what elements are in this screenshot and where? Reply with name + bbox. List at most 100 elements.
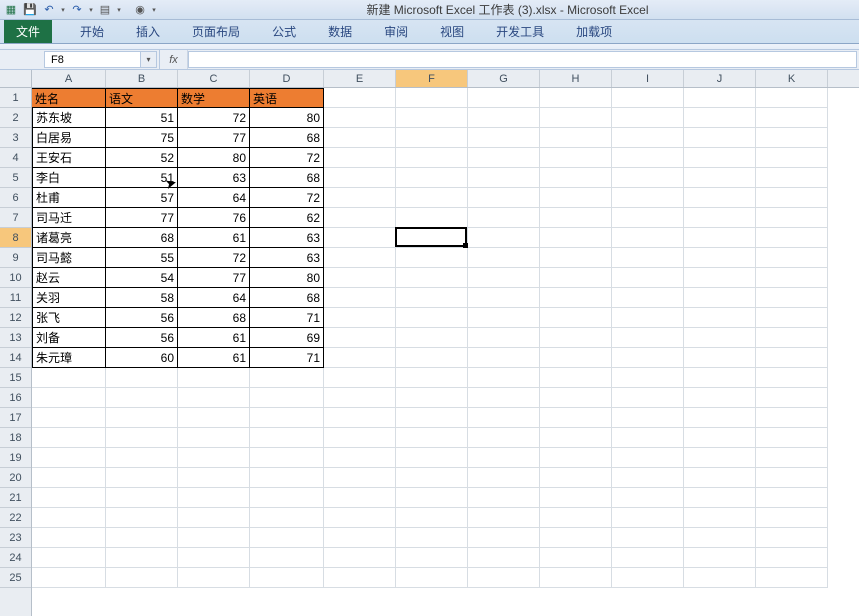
cell[interactable] [324, 228, 396, 248]
row-header[interactable]: 20 [0, 468, 31, 488]
cell[interactable] [396, 448, 468, 468]
cell[interactable] [324, 288, 396, 308]
cell[interactable] [178, 428, 250, 448]
cell[interactable] [540, 388, 612, 408]
cell[interactable]: 72 [178, 248, 250, 268]
column-header[interactable]: B [106, 70, 178, 87]
cell[interactable] [106, 388, 178, 408]
cell[interactable] [250, 528, 324, 548]
cell[interactable]: 关羽 [32, 288, 106, 308]
cell[interactable] [396, 408, 468, 428]
row-header[interactable]: 12 [0, 308, 31, 328]
column-header[interactable]: G [468, 70, 540, 87]
cell[interactable] [32, 368, 106, 388]
fx-icon[interactable]: fx [160, 50, 188, 69]
cell[interactable] [396, 508, 468, 528]
cell[interactable] [178, 448, 250, 468]
row-header[interactable]: 16 [0, 388, 31, 408]
cell[interactable] [178, 568, 250, 588]
cell[interactable]: 71 [250, 308, 324, 328]
cell[interactable] [756, 328, 828, 348]
print-preview-icon[interactable]: ▤ [96, 1, 114, 19]
cell[interactable] [178, 528, 250, 548]
cell[interactable] [756, 428, 828, 448]
cell[interactable] [612, 428, 684, 448]
column-header[interactable]: F [396, 70, 468, 87]
cell[interactable]: 68 [106, 228, 178, 248]
cell[interactable]: 61 [178, 228, 250, 248]
row-header[interactable]: 1 [0, 88, 31, 108]
cell[interactable] [612, 528, 684, 548]
cell[interactable] [324, 128, 396, 148]
ribbon-tab[interactable]: 视图 [424, 20, 480, 43]
cell[interactable] [756, 148, 828, 168]
cell[interactable] [540, 188, 612, 208]
cell[interactable] [106, 368, 178, 388]
column-header[interactable]: E [324, 70, 396, 87]
cell[interactable] [612, 308, 684, 328]
cell[interactable] [756, 128, 828, 148]
row-header[interactable]: 15 [0, 368, 31, 388]
cell[interactable]: 77 [178, 268, 250, 288]
cell[interactable]: 72 [250, 148, 324, 168]
cell[interactable] [756, 448, 828, 468]
cell[interactable] [250, 468, 324, 488]
cell[interactable] [756, 548, 828, 568]
cell[interactable] [612, 568, 684, 588]
cell[interactable] [32, 488, 106, 508]
cell[interactable] [324, 88, 396, 108]
cell[interactable]: 语文 [106, 88, 178, 108]
cell[interactable] [756, 248, 828, 268]
cell[interactable] [684, 548, 756, 568]
cell[interactable] [32, 468, 106, 488]
column-header[interactable]: A [32, 70, 106, 87]
cell[interactable] [540, 348, 612, 368]
cell[interactable] [396, 488, 468, 508]
cell[interactable] [684, 408, 756, 428]
ribbon-tab[interactable]: 加载项 [560, 20, 628, 43]
cell[interactable] [468, 428, 540, 448]
cell[interactable] [250, 548, 324, 568]
cell[interactable]: 李白 [32, 168, 106, 188]
cell[interactable] [684, 348, 756, 368]
cell[interactable] [178, 388, 250, 408]
cell[interactable] [756, 348, 828, 368]
cell[interactable] [540, 208, 612, 228]
cell[interactable] [324, 368, 396, 388]
cell[interactable] [106, 448, 178, 468]
cell[interactable] [178, 468, 250, 488]
cell[interactable]: 英语 [250, 88, 324, 108]
cell[interactable] [396, 368, 468, 388]
cell[interactable] [684, 208, 756, 228]
cell[interactable] [756, 168, 828, 188]
name-box-dropdown-icon[interactable]: ▾ [141, 51, 157, 68]
cell[interactable] [684, 168, 756, 188]
cell[interactable] [106, 508, 178, 528]
cell[interactable] [612, 508, 684, 528]
cell[interactable]: 63 [178, 168, 250, 188]
cell[interactable] [540, 148, 612, 168]
cell[interactable] [540, 88, 612, 108]
cell[interactable] [540, 468, 612, 488]
cell[interactable] [324, 188, 396, 208]
cell[interactable] [468, 348, 540, 368]
cell[interactable]: 苏东坡 [32, 108, 106, 128]
redo-icon[interactable]: ↷ [68, 1, 86, 19]
row-header[interactable]: 3 [0, 128, 31, 148]
cell[interactable]: 75 [106, 128, 178, 148]
cell[interactable] [612, 268, 684, 288]
cell[interactable]: 76 [178, 208, 250, 228]
cell[interactable] [540, 168, 612, 188]
cell[interactable] [756, 308, 828, 328]
cell[interactable] [32, 548, 106, 568]
cell[interactable] [32, 388, 106, 408]
cell[interactable] [324, 448, 396, 468]
cell[interactable] [612, 408, 684, 428]
cell[interactable] [250, 428, 324, 448]
cell[interactable] [756, 228, 828, 248]
cell[interactable]: 54 [106, 268, 178, 288]
cell[interactable] [468, 308, 540, 328]
cell[interactable]: 52 [106, 148, 178, 168]
cell[interactable] [324, 208, 396, 228]
cell[interactable] [540, 488, 612, 508]
